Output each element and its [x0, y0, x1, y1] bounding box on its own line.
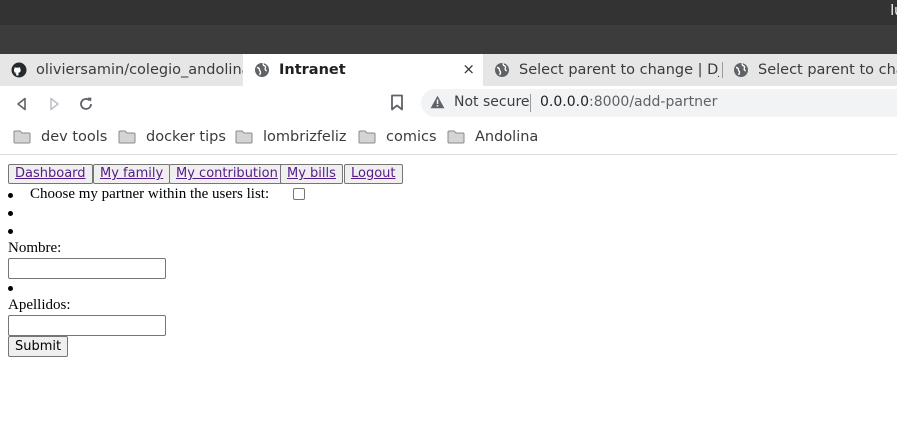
nombre-label: Nombre:: [8, 240, 62, 256]
url-host: 0.0.0.0: [540, 94, 589, 110]
tab-intranet[interactable]: Intranet ×: [243, 54, 483, 86]
tab-select-parent[interactable]: Select parent to change: [722, 54, 897, 86]
list-bullet: [8, 229, 13, 234]
url-text[interactable]: 0.0.0.0:8000/add-partner: [540, 94, 717, 110]
url-path: :8000/add-partner: [588, 94, 718, 110]
page-content: Dashboard My family My contribution My b…: [0, 155, 897, 427]
browser-title-strip: [0, 25, 897, 54]
forward-button[interactable]: [43, 93, 65, 115]
choose-partner-checkbox[interactable]: [293, 188, 305, 200]
bookmark-lombrizfeliz[interactable]: lombrizfeliz: [235, 127, 347, 147]
list-bullet: [8, 211, 13, 216]
back-button[interactable]: [11, 93, 33, 115]
os-clock: lu: [890, 3, 897, 19]
bookmark-comics[interactable]: comics: [358, 127, 437, 147]
tab-django-admin[interactable]: Select parent to change | Django: [483, 54, 722, 86]
submit-button[interactable]: Submit: [8, 336, 69, 357]
globe-icon: [495, 62, 509, 77]
tab-title: Select parent to change | Django: [519, 62, 719, 78]
tab-title: Select parent to change: [758, 62, 897, 78]
folder-icon: [118, 130, 136, 144]
bookmark-icon[interactable]: [390, 94, 404, 111]
bookmark-docker-tips[interactable]: docker tips: [118, 127, 226, 147]
warning-icon[interactable]: [430, 95, 445, 109]
back-arrow-icon: [17, 97, 26, 111]
tab-strip: oliviersamin/colegio_andolina Intranet ×…: [0, 54, 897, 86]
tab-github[interactable]: oliviersamin/colegio_andolina: [0, 54, 243, 86]
security-label[interactable]: Not secure: [454, 94, 530, 110]
folder-icon: [13, 130, 31, 144]
my-contribution-button[interactable]: My contribution: [169, 164, 285, 184]
apellidos-input[interactable]: [8, 315, 166, 336]
bookmark-label: Andolina: [475, 129, 539, 145]
logout-button[interactable]: Logout: [344, 164, 403, 184]
bookmark-label: lombrizfeliz: [263, 129, 347, 145]
close-icon[interactable]: ×: [462, 60, 475, 78]
globe-icon: [734, 62, 748, 77]
forward-arrow-icon: [50, 97, 59, 111]
bookmarks-bar: dev tools docker tips lombrizfeliz comic…: [0, 120, 897, 155]
github-icon: [11, 62, 27, 78]
reload-icon: [80, 97, 92, 110]
tab-title: oliviersamin/colegio_andolina: [36, 62, 243, 78]
folder-icon: [235, 130, 253, 144]
folder-icon: [358, 130, 376, 144]
list-bullet: [8, 286, 13, 291]
choose-partner-label: Choose my partner within the users list:: [30, 186, 270, 202]
my-family-button[interactable]: My family: [93, 164, 171, 184]
folder-icon: [447, 130, 465, 144]
bookmark-label: docker tips: [146, 129, 226, 145]
bookmark-dev-tools[interactable]: dev tools: [13, 127, 107, 147]
list-bullet: [8, 193, 13, 198]
bookmark-andolina[interactable]: Andolina: [447, 127, 538, 147]
my-bills-button[interactable]: My bills: [280, 164, 343, 184]
nombre-input[interactable]: [8, 258, 166, 279]
reload-button[interactable]: [75, 93, 97, 115]
omnibox-divider: [530, 94, 531, 112]
dashboard-button[interactable]: Dashboard: [8, 164, 93, 184]
bookmark-label: dev tools: [41, 129, 108, 145]
tab-separator: [722, 62, 723, 78]
apellidos-label: Apellidos:: [8, 297, 71, 313]
bookmark-label: comics: [386, 129, 437, 145]
tab-title: Intranet: [279, 62, 346, 78]
globe-icon: [255, 62, 269, 77]
os-top-bar: lu: [0, 0, 897, 25]
